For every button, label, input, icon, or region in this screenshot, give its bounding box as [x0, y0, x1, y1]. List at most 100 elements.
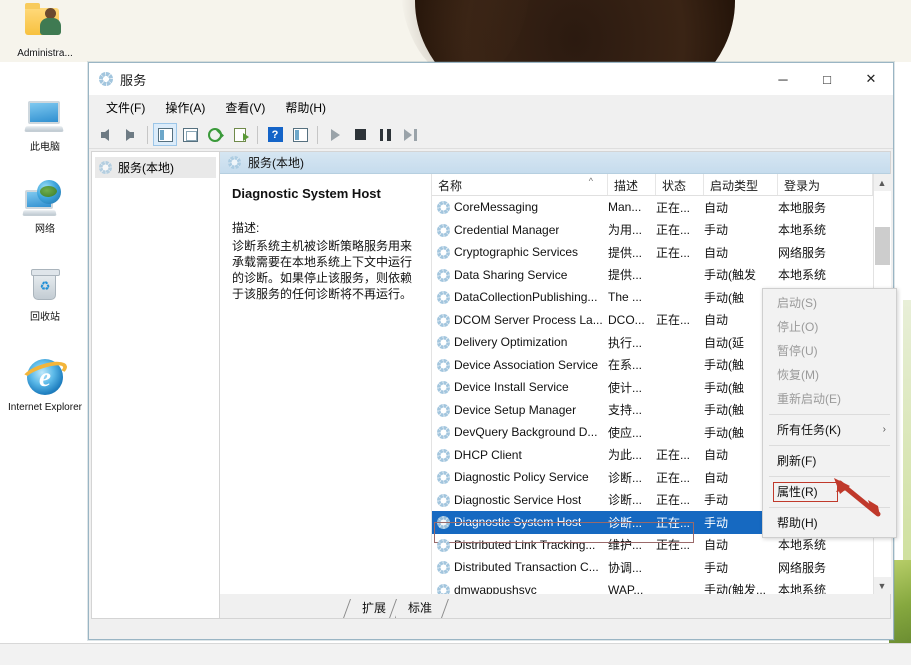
- context-menu-separator: [769, 414, 890, 415]
- service-name-cell: Cryptographic Services: [432, 245, 608, 259]
- network-icon: [21, 178, 69, 222]
- tab-standard[interactable]: 标准: [396, 599, 442, 618]
- service-row[interactable]: Credential Manager为用...正在...手动本地系统: [432, 219, 873, 242]
- stop-icon: [355, 129, 366, 140]
- scrollbar-thumb[interactable]: [875, 227, 890, 265]
- detail-description-label: 描述:: [232, 219, 421, 236]
- properties-icon: [183, 128, 198, 142]
- minimize-button[interactable]: ─: [761, 63, 805, 95]
- desktop-icon-administrator[interactable]: Administra...: [2, 2, 88, 59]
- export-icon: [234, 128, 246, 142]
- pane-header-label: 服务(本地): [248, 154, 304, 171]
- service-gear-icon: [436, 245, 450, 259]
- service-name-text: DataCollectionPublishing...: [454, 290, 597, 304]
- scroll-down-button[interactable]: ▼: [874, 577, 891, 594]
- service-description-cell: 提供...: [608, 244, 656, 261]
- action-pane-icon: [293, 128, 308, 142]
- show-hide-tree-button[interactable]: [153, 123, 177, 146]
- desktop-icon-label: 回收站: [2, 312, 88, 323]
- service-row[interactable]: dmwappushsvcWAP...手动(触发...本地系统: [432, 579, 873, 595]
- context-menu-item: 重新启动(E): [763, 387, 896, 411]
- user-folder-icon: [21, 2, 69, 46]
- service-gear-icon: [436, 358, 450, 372]
- service-startup-cell: 手动: [704, 221, 778, 238]
- column-header-name[interactable]: 名称 ^: [432, 174, 608, 195]
- service-row[interactable]: CoreMessagingMan...正在...自动本地服务: [432, 196, 873, 219]
- column-header-status[interactable]: 状态: [656, 174, 704, 195]
- detail-description-text: 诊断系统主机被诊断策略服务用来承载需要在本地系统上下文中运行的诊断。如果停止该服…: [232, 238, 421, 302]
- menu-view[interactable]: 查看(V): [216, 98, 274, 118]
- properties-button[interactable]: [178, 123, 202, 146]
- service-gear-icon: [436, 560, 450, 574]
- context-menu-item[interactable]: 刷新(F): [763, 449, 896, 473]
- column-header-startup-type[interactable]: 启动类型: [704, 174, 778, 195]
- service-name-cell: DHCP Client: [432, 448, 608, 462]
- service-gear-icon: [436, 290, 450, 304]
- service-gear-icon: [436, 380, 450, 394]
- this-pc-icon: [21, 96, 69, 140]
- service-row[interactable]: Distributed Transaction C...协调...手动网络服务: [432, 556, 873, 579]
- window-titlebar[interactable]: 服务 ─ □ ✕: [89, 63, 893, 95]
- service-name-cell: Delivery Optimization: [432, 335, 608, 349]
- tree-node-label: 服务(本地): [118, 159, 174, 176]
- context-menu-item-label: 暂停(U): [777, 343, 818, 359]
- forward-button[interactable]: [118, 123, 142, 146]
- maximize-button[interactable]: □: [805, 63, 849, 95]
- column-header-description[interactable]: 描述: [608, 174, 656, 195]
- service-description-cell: 使计...: [608, 379, 656, 396]
- export-list-button[interactable]: [228, 123, 252, 146]
- pane-header: 服务(本地): [220, 152, 890, 174]
- back-button[interactable]: [93, 123, 117, 146]
- menu-help[interactable]: 帮助(H): [276, 98, 335, 118]
- restart-service-button[interactable]: [398, 123, 422, 146]
- stop-service-button[interactable]: [348, 123, 372, 146]
- status-bar: [89, 619, 893, 639]
- service-detail-panel: Diagnostic System Host 描述: 诊断系统主机被诊断策略服务…: [220, 174, 432, 594]
- column-header-logon-as[interactable]: 登录为: [778, 174, 873, 195]
- help-button[interactable]: ?: [263, 123, 287, 146]
- service-name-cell: DCOM Server Process La...: [432, 313, 608, 327]
- service-row[interactable]: Cryptographic Services提供...正在...自动网络服务: [432, 241, 873, 264]
- desktop-icon-label: 此电脑: [2, 142, 88, 153]
- annotation-arrow-icon: [828, 476, 886, 520]
- service-row[interactable]: Data Sharing Service提供...手动(触发本地系统: [432, 264, 873, 287]
- context-menu-separator: [769, 445, 890, 446]
- context-menu-item-label: 刷新(F): [777, 453, 816, 469]
- scroll-up-button[interactable]: ▲: [874, 174, 891, 191]
- context-menu-item[interactable]: 所有任务(K)›: [763, 418, 896, 442]
- menu-file[interactable]: 文件(F): [97, 98, 154, 118]
- tree-node-services-local[interactable]: 服务(本地): [95, 157, 216, 178]
- desktop-icon-recycle-bin[interactable]: ♻ 回收站: [2, 266, 88, 323]
- desktop-icon-this-pc[interactable]: 此电脑: [2, 96, 88, 153]
- close-button[interactable]: ✕: [849, 63, 893, 95]
- question-mark-icon: ?: [268, 127, 283, 142]
- services-node-icon: [99, 161, 113, 175]
- service-logon-cell: 本地系统: [778, 266, 873, 283]
- service-gear-icon: [436, 470, 450, 484]
- desktop-icon-internet-explorer[interactable]: e Internet Explorer: [2, 356, 88, 413]
- desktop-icon-label: Administra...: [2, 48, 88, 59]
- refresh-button[interactable]: [203, 123, 227, 146]
- context-menu-item-label: 重新启动(E): [777, 391, 841, 407]
- pause-service-button[interactable]: [373, 123, 397, 146]
- service-status-cell: 正在...: [656, 514, 704, 531]
- service-startup-cell: 手动(触发: [704, 266, 778, 283]
- menu-action[interactable]: 操作(A): [156, 98, 214, 118]
- service-status-cell: 正在...: [656, 311, 704, 328]
- service-logon-cell: 本地系统: [778, 221, 873, 238]
- service-startup-cell: 手动: [704, 559, 778, 576]
- service-logon-cell: 本地系统: [778, 536, 873, 553]
- show-action-pane-button[interactable]: [288, 123, 312, 146]
- service-name-cell: dmwappushsvc: [432, 583, 608, 594]
- service-description-cell: WAP...: [608, 583, 656, 594]
- desktop-icon-network[interactable]: 网络: [2, 178, 88, 235]
- service-name-text: Distributed Transaction C...: [454, 560, 599, 574]
- taskbar-strip: [0, 643, 911, 665]
- toolbar-separator: [257, 126, 258, 144]
- context-menu-item: 恢复(M): [763, 363, 896, 387]
- start-service-button[interactable]: [323, 123, 347, 146]
- service-gear-icon: [436, 538, 450, 552]
- service-name-text: Cryptographic Services: [454, 245, 578, 259]
- wallpaper-top: [0, 0, 911, 62]
- service-name-text: Diagnostic Service Host: [454, 493, 581, 507]
